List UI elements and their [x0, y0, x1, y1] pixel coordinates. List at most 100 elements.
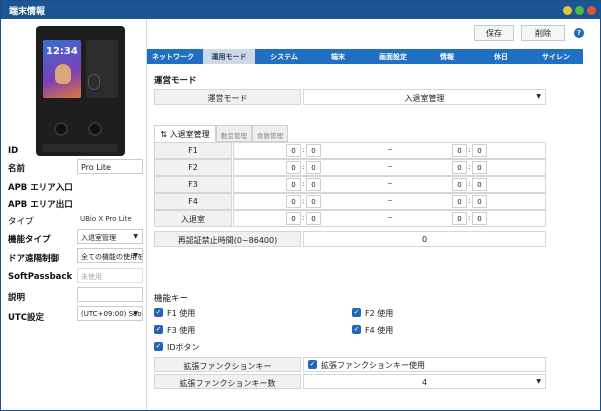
time-input[interactable]: 0 [472, 195, 487, 208]
window-title: 端末情報 [9, 7, 46, 17]
time-input[interactable]: 0 [286, 144, 301, 157]
range-separator: ~ [387, 197, 393, 205]
door-control-label: ドア遠隔制御 [8, 254, 60, 264]
range-separator: ~ [387, 146, 393, 154]
check-icon: ✓ [308, 360, 317, 369]
reauth-label: 再認証禁止時間(0~86400) [154, 231, 301, 247]
tab-terminal[interactable]: 端末 [313, 49, 363, 64]
utc-label: UTC設定 [8, 313, 44, 323]
description-label: 説明 [8, 293, 26, 303]
f2-label: F2 使用 [365, 309, 394, 318]
colon-separator: : [468, 146, 471, 154]
sliders-icon: ⇅ [160, 130, 170, 139]
camera-lens-icon [54, 122, 68, 136]
time-input[interactable]: 0 [306, 178, 321, 191]
time-input[interactable]: 0 [286, 178, 301, 191]
time-input[interactable]: 0 [452, 195, 467, 208]
range-separator: ~ [387, 214, 393, 222]
door-control-select[interactable]: 全ての機能の使用を ▼ [77, 248, 143, 263]
time-input[interactable]: 0 [286, 195, 301, 208]
time-input[interactable]: 0 [452, 161, 467, 174]
tab-operation-mode[interactable]: 運用モード [203, 49, 255, 64]
time-input[interactable]: 0 [472, 178, 487, 191]
caret-down-icon: ▼ [536, 93, 541, 100]
device-clock: 12:34 [46, 46, 78, 57]
colon-separator: : [468, 197, 471, 205]
operation-mode-select[interactable]: 入退室管理 ▼ [303, 89, 546, 105]
caret-down-icon: ▼ [536, 378, 541, 385]
time-row-label: F1 [154, 142, 232, 159]
utc-select[interactable]: (UTC+09:00) Seoul ▼ [77, 306, 143, 321]
face-icon [55, 64, 71, 84]
caret-down-icon: ▼ [133, 233, 138, 240]
colon-separator: : [302, 197, 305, 205]
caret-down-icon: ▼ [133, 252, 138, 259]
tab-holiday[interactable]: 休日 [475, 49, 527, 64]
check-icon: ✓ [352, 325, 361, 334]
minimize-button[interactable] [563, 6, 572, 15]
tab-network[interactable]: ネットワーク [147, 49, 199, 64]
help-icon[interactable]: ? [574, 28, 584, 38]
time-input[interactable]: 0 [306, 195, 321, 208]
extended-keys-label: 拡張ファンクションキー [154, 357, 301, 372]
device-image: 12:34 [36, 26, 125, 156]
operation-mode-label: 運営モード [154, 89, 301, 105]
time-row-label: F4 [154, 193, 232, 210]
f1-label: F1 使用 [167, 309, 196, 318]
maximize-button[interactable] [575, 6, 584, 15]
operation-mode-value: 入退室管理 [404, 94, 445, 103]
tab-screen-settings[interactable]: 画面設定 [365, 49, 421, 64]
range-separator: ~ [387, 180, 393, 188]
time-input[interactable]: 0 [452, 212, 467, 225]
time-input[interactable]: 0 [306, 161, 321, 174]
settings-tabbar: ネットワーク 運用モード システム 端末 画面設定 情報 休日 サイレン [147, 49, 583, 64]
description-input[interactable] [77, 287, 143, 302]
time-input[interactable]: 0 [306, 212, 321, 225]
subtab-attendance[interactable]: 勤怠管理 [216, 125, 252, 142]
tab-siren[interactable]: サイレン [529, 49, 583, 64]
type-value: UBio X Pro Lite [80, 215, 132, 223]
colon-separator: : [468, 163, 471, 171]
time-row-label: F3 [154, 176, 232, 193]
colon-separator: : [302, 214, 305, 222]
save-button[interactable]: 保存 [474, 25, 514, 41]
time-input[interactable]: 0 [286, 212, 301, 225]
id-label: ID [8, 146, 19, 156]
colon-separator: : [302, 180, 305, 188]
time-input[interactable]: 0 [472, 144, 487, 157]
subtab-access-label: 入退室管理 [169, 130, 210, 139]
time-input[interactable]: 0 [452, 144, 467, 157]
check-icon: ✓ [154, 308, 163, 317]
settings-pane: 保存 削除 ? ネットワーク 運用モード システム 端末 画面設定 情報 休日 … [147, 19, 600, 410]
time-row-field: 0 0 0 0:: ~ [233, 210, 546, 227]
time-row-field: 0 0 0 0:: ~ [233, 193, 546, 210]
function-keys-title: 機能キー [154, 294, 189, 304]
name-input[interactable]: Pro Lite [77, 159, 143, 174]
subtab-access[interactable]: ⇅ 入退室管理 [154, 125, 216, 142]
colon-separator: : [302, 163, 305, 171]
time-input[interactable]: 0 [286, 161, 301, 174]
check-icon: ✓ [154, 342, 163, 351]
time-row-label: F2 [154, 159, 232, 176]
fingerprint-icon [88, 74, 100, 90]
tab-info[interactable]: 情報 [423, 49, 471, 64]
reauth-input[interactable]: 0 [303, 231, 546, 247]
time-input[interactable]: 0 [472, 212, 487, 225]
range-separator: ~ [387, 163, 393, 171]
time-input[interactable]: 0 [472, 161, 487, 174]
extended-keys-count-value: 4 [421, 378, 428, 387]
operation-mode-title: 運営モード [154, 76, 197, 86]
close-button[interactable] [587, 6, 596, 15]
tab-system[interactable]: システム [259, 49, 309, 64]
delete-button[interactable]: 削除 [521, 25, 565, 41]
func-type-select[interactable]: 入退室管理 ▼ [77, 229, 143, 244]
time-row-field: 0 0 0 0:: ~ [233, 159, 546, 176]
subtab-meal[interactable]: 食数管理 [252, 125, 288, 142]
name-label: 名前 [8, 164, 26, 174]
func-type-label: 機能タイプ [8, 235, 51, 245]
extended-keys-count-select[interactable]: 4 ▼ [303, 374, 546, 389]
id-button-label: IDボタン [167, 343, 200, 352]
time-input[interactable]: 0 [306, 144, 321, 157]
time-input[interactable]: 0 [452, 178, 467, 191]
extended-keys-field: ✓ 拡張ファンクションキー使用 [303, 357, 546, 372]
